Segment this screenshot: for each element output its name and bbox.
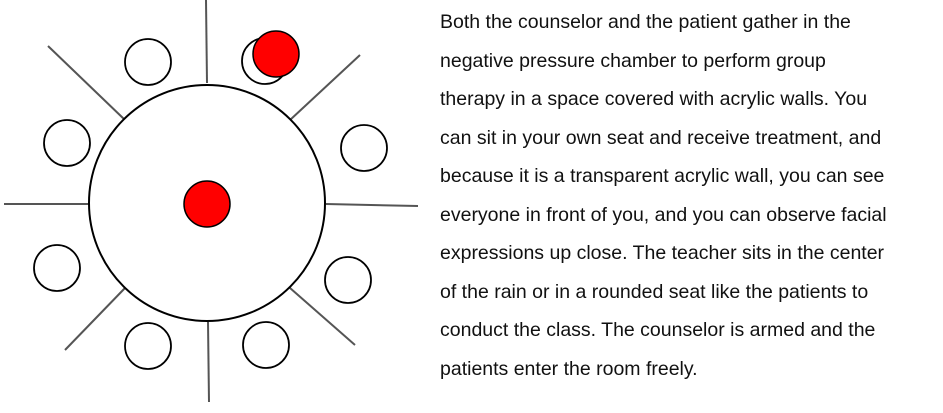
- patient-seat: [124, 38, 172, 86]
- description-line: of the rain or in a rounded seat like th…: [440, 280, 869, 303]
- patient-seat: [242, 321, 290, 369]
- patient-seat: [124, 322, 172, 370]
- description-line: conduct the class. The counselor is arme…: [440, 319, 876, 341]
- description-line: because it is a transparent acrylic wall…: [440, 165, 885, 187]
- partition-wall: [64, 287, 126, 351]
- description-line: expressions up close. The teacher sits i…: [440, 242, 885, 264]
- patient-seat: [340, 124, 388, 172]
- description-line: patients enter the room freely.: [440, 357, 698, 380]
- partition-wall: [325, 203, 419, 207]
- partition-wall: [47, 45, 126, 121]
- teacher-seat: [183, 180, 231, 228]
- patient-seat: [43, 119, 91, 167]
- description-line: negative pressure chamber to perform gro…: [440, 49, 826, 72]
- description-line: everyone in front of you, and you can ob…: [440, 203, 887, 226]
- description-text: Both the counselor and the patient gathe…: [440, 3, 940, 388]
- description-line: can sit in your own seat and receive tre…: [440, 126, 882, 149]
- description-line: Both the counselor and the patient gathe…: [440, 11, 851, 33]
- counselor-seat: [252, 30, 300, 78]
- seating-diagram: [4, 0, 419, 403]
- patient-seat: [324, 256, 372, 304]
- partition-wall: [205, 0, 208, 84]
- patient-seat: [33, 244, 81, 292]
- partition-wall: [289, 54, 361, 121]
- description-line: therapy in a space covered with acrylic …: [440, 88, 868, 110]
- partition-wall: [207, 321, 210, 403]
